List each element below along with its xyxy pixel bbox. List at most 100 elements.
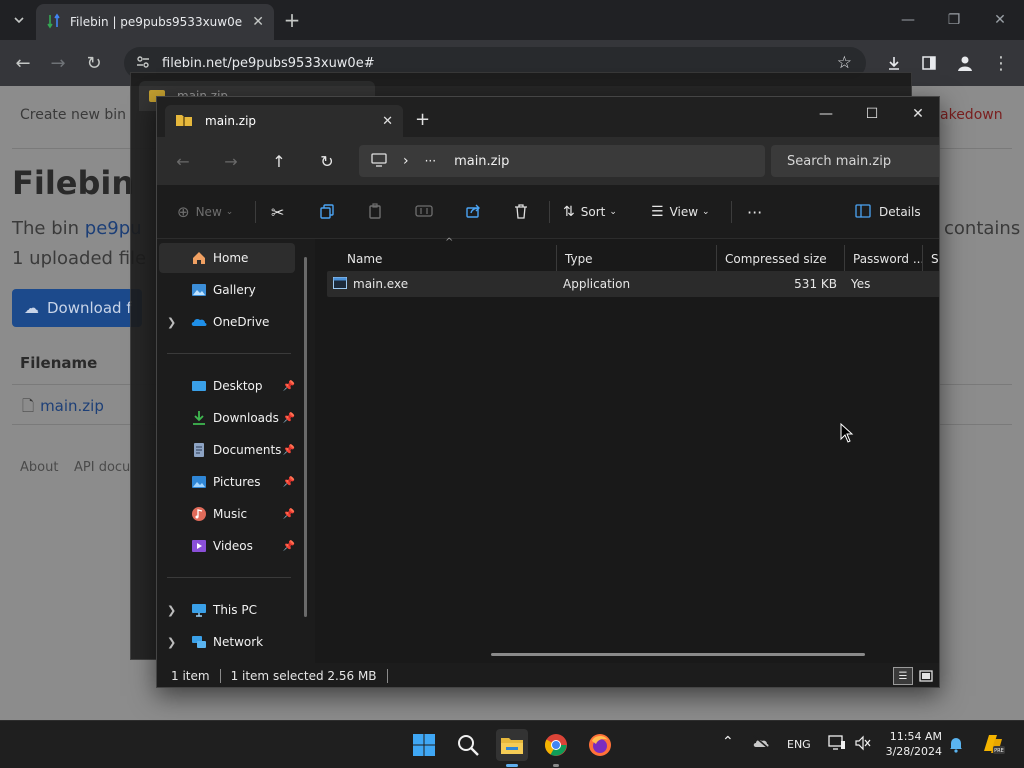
bookmark-star-icon[interactable]: ☆ bbox=[837, 53, 852, 73]
cut-button[interactable]: ✂ bbox=[271, 199, 284, 225]
expand-chevron-icon[interactable]: ❯ bbox=[167, 316, 176, 329]
footer-api-link[interactable]: API docu bbox=[74, 460, 130, 475]
pin-icon[interactable]: 📌 bbox=[283, 445, 295, 456]
sort-button[interactable]: ⇅ Sort ⌄ bbox=[563, 199, 617, 225]
breadcrumb-overflow[interactable]: ··· bbox=[425, 154, 436, 168]
delete-button[interactable] bbox=[513, 199, 529, 225]
file-explorer-taskbar-icon[interactable] bbox=[496, 729, 528, 767]
pin-icon[interactable]: 📌 bbox=[283, 541, 295, 552]
share-button[interactable] bbox=[465, 199, 481, 225]
pin-icon[interactable]: 📌 bbox=[283, 413, 295, 424]
sidebar-item-documents[interactable]: Documents 📌 bbox=[159, 435, 295, 465]
table-row[interactable]: main.exe Application 531 KB Yes bbox=[327, 271, 939, 297]
copilot-pre-icon[interactable]: PRE bbox=[980, 731, 1006, 760]
clock[interactable]: 11:54 AM 3/28/2024 bbox=[884, 729, 942, 759]
footer-about-link[interactable]: About bbox=[20, 460, 58, 475]
sidebar-item-desktop[interactable]: Desktop 📌 bbox=[159, 371, 295, 401]
explorer-maximize-button[interactable]: ☐ bbox=[849, 101, 895, 127]
sidebar-item-onedrive[interactable]: ❯ OneDrive bbox=[159, 307, 295, 337]
sidebar-item-network[interactable]: ❯ Network bbox=[159, 627, 295, 657]
language-indicator[interactable]: ENG bbox=[787, 738, 811, 751]
file-explorer-window[interactable]: main.zip ✕ + — ☐ ✕ ← → ↑ ↻ › ··· main.zi… bbox=[156, 96, 940, 688]
forward-arrow-icon[interactable]: → bbox=[45, 50, 71, 76]
profile-avatar-icon[interactable] bbox=[952, 50, 978, 76]
column-header-size[interactable]: Si bbox=[923, 245, 939, 273]
sidebar-item-this-pc[interactable]: ❯ This PC bbox=[159, 595, 295, 625]
speaker-muted-icon[interactable] bbox=[854, 735, 872, 754]
view-button[interactable]: ☰ View ⌄ bbox=[651, 199, 710, 225]
pin-icon[interactable]: 📌 bbox=[283, 381, 295, 392]
view-list-icon: ☰ bbox=[651, 204, 664, 220]
sidebar-scrollbar[interactable] bbox=[304, 257, 307, 617]
network-display-icon[interactable] bbox=[828, 735, 846, 754]
close-tab-icon[interactable]: ✕ bbox=[382, 114, 393, 129]
sidebar-item-videos[interactable]: Videos 📌 bbox=[159, 531, 295, 561]
sidebar-item-downloads[interactable]: Downloads 📌 bbox=[159, 403, 295, 433]
explorer-close-button[interactable]: ✕ bbox=[895, 101, 939, 127]
sidebar-item-label: Gallery bbox=[213, 283, 256, 297]
close-tab-icon[interactable]: ✕ bbox=[252, 14, 264, 30]
browser-tab-filebin[interactable]: Filebin | pe9pubs9533xuw0e ✕ bbox=[36, 4, 274, 40]
up-arrow-icon[interactable]: ↑ bbox=[265, 147, 293, 175]
tab-search-chevron-icon[interactable] bbox=[6, 7, 32, 33]
browser-menu-icon[interactable]: ⋮ bbox=[988, 50, 1014, 76]
browser-restore-button[interactable]: ❐ bbox=[934, 6, 974, 34]
sidebar-item-music[interactable]: Music 📌 bbox=[159, 499, 295, 529]
see-more-button[interactable]: ··· bbox=[747, 199, 762, 225]
downloads-icon bbox=[191, 410, 207, 426]
browser-close-button[interactable]: ✕ bbox=[980, 6, 1020, 34]
breadcrumb-main-zip[interactable]: main.zip bbox=[454, 154, 509, 169]
onedrive-offline-icon[interactable] bbox=[752, 735, 770, 752]
horizontal-scrollbar[interactable] bbox=[491, 653, 865, 656]
expand-chevron-icon[interactable]: ❯ bbox=[167, 604, 176, 617]
expand-chevron-icon[interactable]: ❯ bbox=[167, 636, 176, 649]
start-windows-icon[interactable] bbox=[408, 729, 440, 761]
explorer-search-input[interactable]: Search main.zip bbox=[771, 145, 939, 177]
new-button[interactable]: ⊕ New ⌄ bbox=[177, 199, 233, 225]
search-icon[interactable] bbox=[452, 729, 484, 761]
sidebar-item-home[interactable]: Home bbox=[159, 243, 295, 273]
rename-button[interactable] bbox=[415, 199, 433, 225]
column-header-type[interactable]: Type bbox=[557, 245, 717, 273]
firefox-icon[interactable] bbox=[584, 729, 616, 761]
side-panel-icon[interactable] bbox=[916, 50, 942, 76]
zip-folder-icon bbox=[175, 113, 193, 130]
new-tab-button[interactable]: + bbox=[279, 7, 305, 33]
explorer-tab-main-zip[interactable]: main.zip ✕ bbox=[165, 105, 403, 137]
reload-icon[interactable]: ↻ bbox=[81, 50, 107, 76]
tiles-view-toggle-icon[interactable] bbox=[917, 667, 935, 685]
sidebar-item-gallery[interactable]: Gallery bbox=[159, 275, 295, 305]
view-button-label: View bbox=[669, 205, 699, 219]
site-info-icon[interactable] bbox=[136, 55, 150, 72]
new-tab-button[interactable]: + bbox=[415, 109, 430, 130]
chrome-icon[interactable] bbox=[540, 729, 572, 767]
explorer-address-bar[interactable]: › ··· main.zip bbox=[359, 145, 765, 177]
forward-arrow-icon[interactable]: → bbox=[217, 147, 245, 175]
documents-icon bbox=[191, 442, 207, 458]
refresh-icon[interactable]: ↻ bbox=[313, 147, 341, 175]
pin-icon[interactable]: 📌 bbox=[283, 509, 295, 520]
notification-bell-icon[interactable] bbox=[948, 735, 964, 756]
download-button[interactable]: ☁ Download f bbox=[12, 289, 142, 327]
column-header-password[interactable]: Password ... bbox=[845, 245, 923, 273]
browser-tab-title: Filebin | pe9pubs9533xuw0e bbox=[70, 15, 243, 29]
show-hidden-icons-chevron-icon[interactable]: ⌃ bbox=[722, 734, 734, 750]
column-header-name[interactable]: Name bbox=[339, 245, 557, 273]
takedown-link[interactable]: akedown bbox=[940, 107, 1003, 123]
copy-button[interactable] bbox=[319, 199, 335, 225]
page-heading: Filebin bbox=[12, 164, 135, 202]
paste-button[interactable] bbox=[367, 199, 383, 225]
details-pane-button[interactable]: Details bbox=[855, 199, 921, 225]
sidebar-item-pictures[interactable]: Pictures 📌 bbox=[159, 467, 295, 497]
file-link-main-zip[interactable]: main.zip bbox=[40, 397, 104, 415]
create-new-bin-link[interactable]: Create new bin bbox=[20, 107, 126, 123]
details-view-toggle-icon[interactable]: ☰ bbox=[893, 667, 913, 685]
toolbar-divider bbox=[549, 201, 550, 223]
back-arrow-icon[interactable]: ← bbox=[169, 147, 197, 175]
browser-minimize-button[interactable]: — bbox=[888, 6, 928, 34]
svg-text:PRE: PRE bbox=[994, 748, 1004, 754]
column-header-compressed-size[interactable]: Compressed size bbox=[717, 245, 845, 273]
explorer-minimize-button[interactable]: — bbox=[803, 101, 849, 127]
pin-icon[interactable]: 📌 bbox=[283, 477, 295, 488]
back-arrow-icon[interactable]: ← bbox=[10, 50, 36, 76]
